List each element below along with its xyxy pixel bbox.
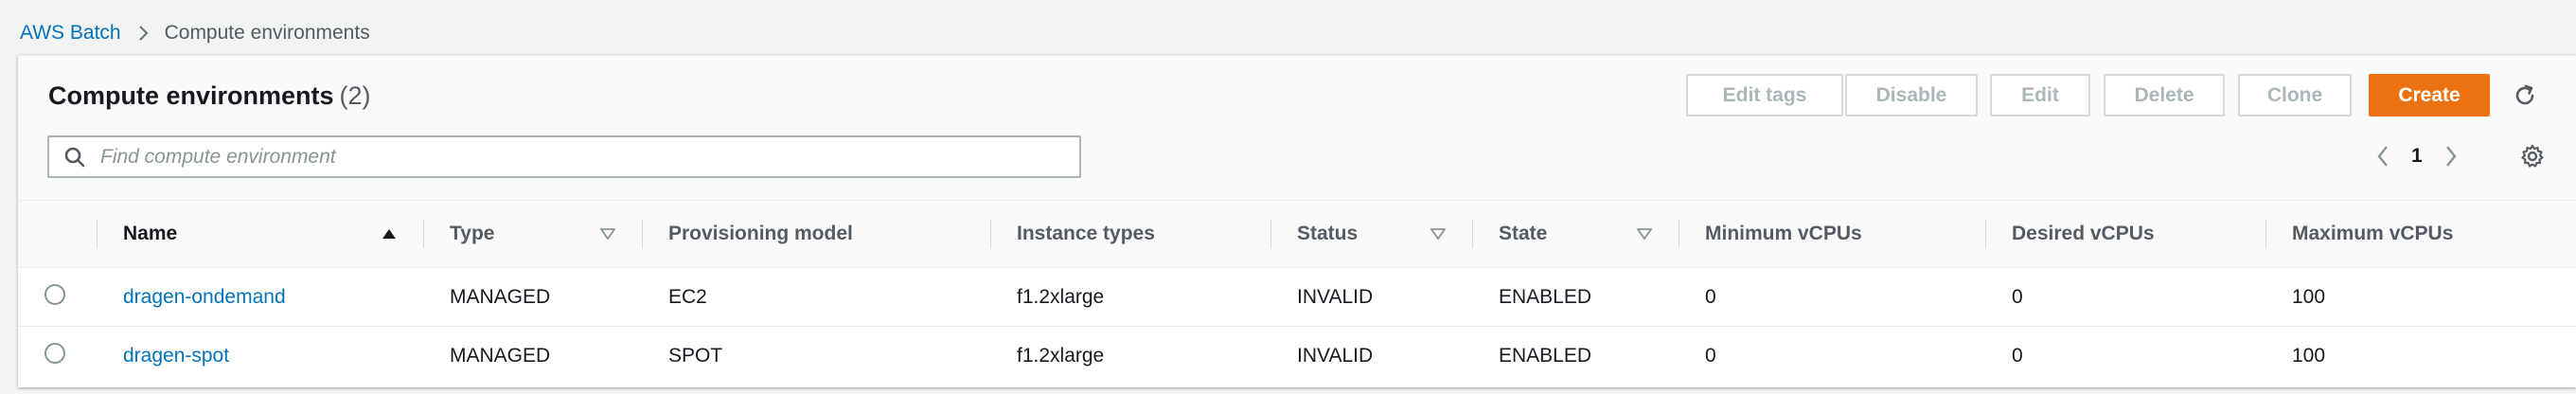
create-button[interactable]: Create: [2369, 74, 2490, 116]
instance-types-cell: f1.2xlarge: [990, 326, 1270, 385]
breadcrumb-current: Compute environments: [164, 22, 370, 44]
item-count: (2): [339, 81, 371, 110]
pagination: 1: [2375, 137, 2459, 175]
provisioning-model-cell: SPOT: [642, 326, 990, 385]
refresh-button[interactable]: [2506, 77, 2544, 115]
chevron-right-icon: [138, 25, 150, 42]
column-header-provisioning-model-label: Provisioning model: [668, 223, 853, 244]
type-cell: MANAGED: [423, 326, 642, 385]
delete-button[interactable]: Delete: [2104, 74, 2225, 116]
max-vcpus-cell: 100: [2292, 285, 2326, 308]
page-title: Compute environments (2): [48, 81, 371, 111]
column-header-instance-types[interactable]: Instance types: [990, 201, 1270, 268]
breadcrumb-aws-batch-link[interactable]: AWS Batch: [20, 22, 121, 45]
edit-button[interactable]: Edit: [1990, 74, 2090, 116]
page-title-text: Compute environments: [48, 81, 334, 110]
table-header-row: Name Type Provisioning model Instance ty…: [18, 201, 2576, 268]
row-select-cell: [18, 268, 97, 327]
select-column-header: [18, 201, 97, 268]
clone-button[interactable]: Clone: [2238, 74, 2352, 116]
chevron-right-icon: [2443, 144, 2459, 169]
refresh-icon: [2513, 83, 2537, 108]
column-header-max-vcpus-label: Maximum vCPUs: [2292, 223, 2454, 244]
column-header-instance-types-label: Instance types: [1017, 223, 1155, 244]
state-cell: ENABLED: [1472, 326, 1679, 385]
sort-icon: [1430, 228, 1446, 240]
table-settings-button[interactable]: [2514, 137, 2551, 175]
row-select-radio[interactable]: [44, 342, 65, 364]
column-header-desired-vcpus-label: Desired vCPUs: [2012, 223, 2155, 244]
column-header-status-label: Status: [1297, 223, 1359, 244]
disable-button[interactable]: Disable: [1845, 74, 1978, 116]
desired-vcpus-cell: 0: [2012, 285, 2023, 308]
search-input[interactable]: [98, 144, 1049, 170]
edit-tags-button[interactable]: Edit tags: [1686, 74, 1843, 116]
column-header-provisioning-model[interactable]: Provisioning model: [642, 201, 990, 268]
column-header-type-label: Type: [450, 223, 495, 244]
row-select-radio[interactable]: [44, 283, 65, 305]
type-cell: MANAGED: [450, 285, 551, 308]
min-vcpus-cell: 0: [1679, 326, 1985, 385]
status-cell: INVALID: [1270, 326, 1472, 385]
compute-environment-link[interactable]: dragen-ondemand: [123, 286, 286, 308]
row-select-cell: [18, 326, 97, 385]
table-row[interactable]: dragen-spot MANAGED SPOT f1.2xlarge INVA…: [18, 326, 2576, 385]
column-header-state-label: State: [1499, 223, 1548, 244]
current-page-number[interactable]: 1: [2411, 145, 2423, 168]
column-header-name[interactable]: Name: [97, 201, 423, 268]
instance-types-cell: f1.2xlarge: [1017, 285, 1105, 308]
state-cell: ENABLED: [1499, 285, 1592, 308]
sort-icon: [600, 228, 615, 240]
column-header-min-vcpus[interactable]: Minimum vCPUs: [1679, 201, 1985, 268]
status-cell: INVALID: [1297, 285, 1374, 308]
column-header-name-label: Name: [123, 223, 178, 244]
gear-icon: [2519, 143, 2546, 170]
provisioning-model-cell: EC2: [668, 285, 707, 308]
compute-environments-panel: Compute environments (2) Edit tags Disabl…: [18, 55, 2576, 387]
search-field[interactable]: [47, 135, 1081, 178]
panel-header: Compute environments (2) Edit tags Disabl…: [18, 56, 2576, 201]
column-header-min-vcpus-label: Minimum vCPUs: [1705, 223, 1862, 244]
chevron-left-icon: [2375, 144, 2390, 169]
prev-page-button[interactable]: [2375, 144, 2390, 169]
column-header-status[interactable]: Status: [1270, 201, 1472, 268]
name-cell: dragen-spot: [97, 326, 423, 385]
sort-icon: [1637, 228, 1652, 240]
column-header-max-vcpus[interactable]: Maximum vCPUs: [2265, 201, 2576, 268]
column-header-state[interactable]: State: [1472, 201, 1679, 268]
compute-environments-table: Name Type Provisioning model Instance ty…: [18, 201, 2576, 385]
compute-environment-link[interactable]: dragen-spot: [123, 345, 229, 367]
min-vcpus-cell: 0: [1705, 285, 1716, 308]
next-page-button[interactable]: [2443, 144, 2459, 169]
sort-ascending-icon: [382, 228, 397, 240]
max-vcpus-cell: 100: [2265, 326, 2576, 385]
breadcrumb: AWS Batch Compute environments: [20, 19, 370, 47]
search-icon: [62, 145, 87, 170]
name-cell: dragen-ondemand: [97, 268, 423, 327]
column-header-desired-vcpus[interactable]: Desired vCPUs: [1985, 201, 2265, 268]
table-row[interactable]: dragen-ondemand MANAGED EC2 f1.2xlarge I…: [18, 268, 2576, 327]
desired-vcpus-cell: 0: [1985, 326, 2265, 385]
column-header-type[interactable]: Type: [423, 201, 642, 268]
